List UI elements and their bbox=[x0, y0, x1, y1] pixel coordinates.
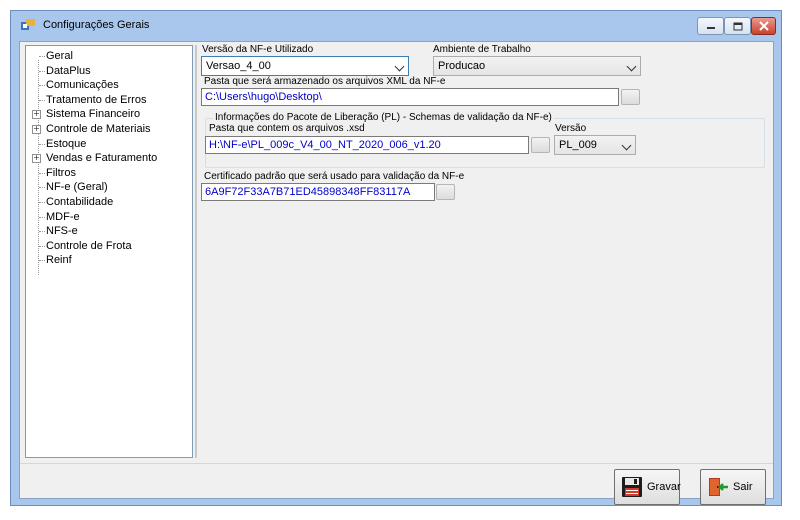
tree-item[interactable]: + Vendas e Faturamento bbox=[26, 151, 192, 165]
versao-combo[interactable]: Versao_4_00 bbox=[201, 56, 409, 76]
tree-item[interactable]: NF-e (Geral) bbox=[26, 180, 192, 194]
tree-item-label: NF-e (Geral) bbox=[46, 181, 108, 194]
sair-button[interactable]: Sair bbox=[700, 469, 766, 505]
client-area: Geral DataPlus Comunicações Tratamento de E… bbox=[19, 41, 774, 505]
pl-group-title: Informações do Pacote de Liberação (PL) … bbox=[213, 112, 554, 123]
pl-versao-value: PL_009 bbox=[559, 139, 597, 151]
tree-item[interactable]: + Sistema Financeiro bbox=[26, 107, 192, 121]
maximize-button[interactable] bbox=[724, 17, 751, 35]
tree-item[interactable]: Geral bbox=[26, 49, 192, 63]
window-title: Configurações Gerais bbox=[43, 19, 150, 31]
tree-connector-line bbox=[39, 216, 45, 218]
tree-item-label: Controle de Materiais bbox=[46, 123, 151, 135]
tree-item-label: Estoque bbox=[46, 137, 87, 150]
expand-plus-icon[interactable]: + bbox=[32, 110, 41, 120]
minimize-icon bbox=[706, 27, 715, 29]
gravar-label: Gravar bbox=[647, 481, 681, 493]
tree-connector-line bbox=[39, 143, 45, 145]
ambiente-value: Producao bbox=[438, 60, 486, 72]
pasta-xml-label: Pasta que será armazenado os arquivos XM… bbox=[204, 76, 446, 87]
tree-item[interactable]: Reinf bbox=[26, 253, 192, 267]
browse-xsd-button[interactable] bbox=[531, 137, 550, 153]
bottom-separator bbox=[20, 463, 773, 464]
tree-connector-line bbox=[39, 187, 45, 189]
tree-connector-line bbox=[39, 85, 45, 87]
tree-item[interactable]: + Controle de Materiais bbox=[26, 122, 192, 136]
chevron-down-icon bbox=[626, 61, 637, 72]
tree-item-label: Geral bbox=[46, 50, 73, 62]
tree-item[interactable]: Comunicações bbox=[26, 78, 192, 92]
tree-item-label: Contabilidade bbox=[46, 196, 114, 208]
tree-connector-line bbox=[39, 70, 45, 72]
maximize-icon bbox=[733, 22, 742, 30]
splitter[interactable] bbox=[195, 45, 197, 458]
chevron-down-icon bbox=[621, 140, 632, 151]
app-icon bbox=[21, 19, 35, 30]
title-bar: Configurações Gerais bbox=[11, 11, 781, 39]
tree-item-label: Tratamento de Erros bbox=[46, 93, 147, 106]
tree-connector-line bbox=[39, 56, 45, 57]
tree-item-label: MDF-e bbox=[46, 210, 80, 223]
minimize-button[interactable] bbox=[697, 17, 724, 35]
tree-item-label: Reinf bbox=[46, 254, 72, 267]
certificado-field[interactable]: 6A9F72F33A7B71ED45898348FF83117A bbox=[201, 183, 435, 201]
pl-versao-combo[interactable]: PL_009 bbox=[554, 135, 636, 155]
sair-label: Sair bbox=[733, 481, 753, 493]
tree-item[interactable]: Filtros bbox=[26, 166, 192, 180]
pasta-xsd-label: Pasta que contem os arquivos .xsd bbox=[209, 123, 365, 134]
tree-connector-line bbox=[39, 245, 45, 247]
tree-item-label: Vendas e Faturamento bbox=[46, 152, 158, 165]
ambiente-combo[interactable]: Producao bbox=[433, 56, 641, 76]
browse-cert-button[interactable] bbox=[436, 184, 455, 200]
tree-item[interactable]: Estoque bbox=[26, 137, 192, 151]
browse-xml-button[interactable] bbox=[621, 89, 640, 105]
settings-tree[interactable]: Geral DataPlus Comunicações Tratamento de E… bbox=[25, 45, 193, 458]
expand-plus-icon[interactable]: + bbox=[32, 154, 41, 164]
tree-item-label: Controle de Frota bbox=[46, 239, 132, 252]
tree-item[interactable]: MDF-e bbox=[26, 210, 192, 224]
close-button[interactable] bbox=[751, 17, 776, 35]
floppy-disk-icon bbox=[622, 477, 642, 497]
tree-item[interactable]: NFS-e bbox=[26, 224, 192, 238]
tree-item-label: NFS-e bbox=[46, 225, 78, 238]
tree-item-label: Comunicações bbox=[46, 79, 119, 92]
tree-connector-line bbox=[39, 202, 45, 203]
ambiente-label: Ambiente de Trabalho bbox=[433, 44, 531, 55]
tree-item[interactable]: Controle de Frota bbox=[26, 239, 192, 253]
tree-connector-line bbox=[39, 99, 45, 101]
expand-plus-icon[interactable]: + bbox=[32, 125, 41, 134]
exit-door-icon bbox=[709, 478, 728, 496]
tree-item[interactable]: Contabilidade bbox=[26, 195, 192, 209]
pasta-xsd-field[interactable]: H:\NF-e\PL_009c_V4_00_NT_2020_006_v1.20 bbox=[205, 136, 529, 154]
tree-item-label: Sistema Financeiro bbox=[46, 108, 141, 121]
gravar-button[interactable]: Gravar bbox=[614, 469, 681, 505]
tree-item[interactable]: DataPlus bbox=[26, 64, 192, 78]
tree-item-label: DataPlus bbox=[46, 64, 91, 77]
tree-item[interactable]: Tratamento de Erros bbox=[26, 93, 192, 107]
tree-connector-line bbox=[39, 260, 45, 262]
pl-versao-label: Versão bbox=[555, 123, 587, 134]
settings-window: Configurações Gerais Geral DataPlus Comuni… bbox=[10, 10, 782, 506]
tree-connector-line bbox=[39, 231, 45, 233]
tree-item-label: Filtros bbox=[46, 166, 76, 179]
versao-value: Versao_4_00 bbox=[206, 60, 271, 72]
pasta-xml-field[interactable]: C:\Users\hugo\Desktop\ bbox=[201, 88, 619, 106]
chevron-down-icon bbox=[394, 61, 405, 72]
versao-label: Versão da NF-e Utilizado bbox=[202, 44, 314, 55]
close-icon bbox=[758, 21, 769, 31]
certificado-label: Certificado padrão que será usado para v… bbox=[204, 171, 465, 182]
tree-connector-line bbox=[39, 172, 45, 174]
